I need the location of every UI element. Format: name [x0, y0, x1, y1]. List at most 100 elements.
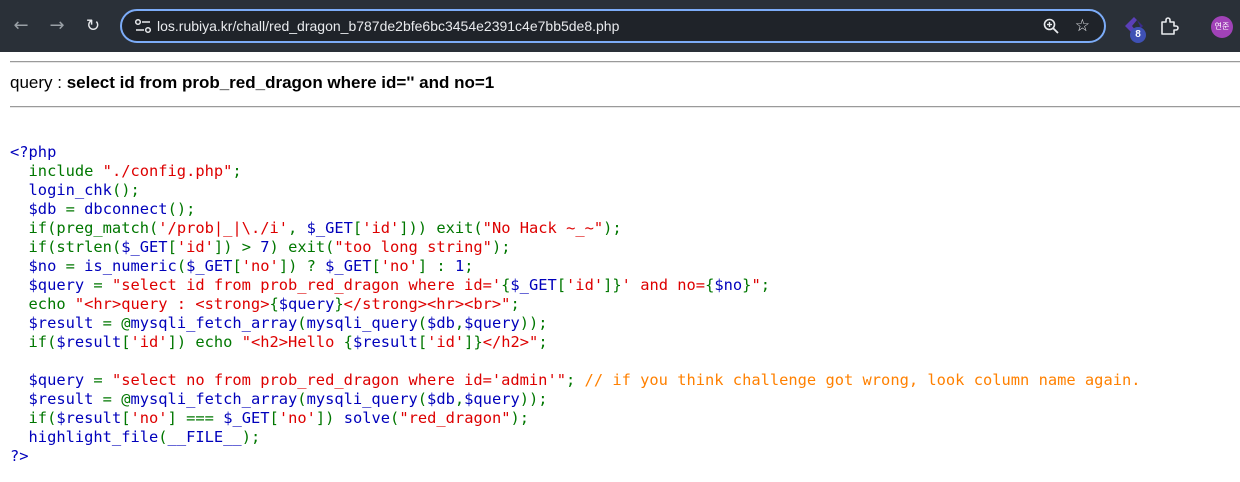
code-token: ( [111, 238, 122, 256]
reload-icon[interactable]: ↻ [80, 13, 106, 39]
code-token: [ [352, 219, 363, 237]
code-token: [ [121, 409, 131, 427]
zoom-icon[interactable] [1042, 17, 1060, 35]
code-token: ; [232, 162, 242, 180]
code-token: $result [56, 409, 122, 427]
code-token: ] === [167, 409, 224, 427]
code-token: $result [352, 333, 418, 351]
extension-badge: 8 [1130, 27, 1146, 43]
code-token: { [705, 276, 715, 294]
code-token: "select id from prob_red_dragon where id… [111, 276, 502, 294]
code-token: { [269, 295, 279, 313]
code-line: if($result['no'] === $_GET['no']) solve(… [10, 409, 1141, 428]
forward-arrow-icon[interactable]: → [44, 13, 70, 39]
code-token: if(preg_match [10, 219, 149, 237]
code-token: ); [491, 238, 511, 256]
code-token: dbconnect [84, 200, 168, 218]
code-line: highlight_file(__FILE__); [10, 428, 1141, 447]
code-token: 'no' [278, 409, 316, 427]
code-token: 7 [260, 238, 270, 256]
code-token: ]} [464, 333, 483, 351]
code-token: is_numeric [84, 257, 177, 275]
code-token: (); [111, 181, 140, 199]
code-line: echo "<hr>query : <strong>{$query}</stro… [10, 295, 1141, 314]
site-info-icon[interactable] [134, 18, 152, 34]
code-token: 1 [454, 257, 465, 275]
code-token: , [454, 390, 465, 408]
code-token: <?php [10, 143, 57, 161]
code-token: ); [603, 219, 622, 237]
browser-toolbar: ← → ↻ los.rubiya.kr/chall/red_dragon_b78… [0, 0, 1240, 52]
code-token: if(strlen [10, 238, 112, 256]
code-line: if(strlen($_GET['id']) > 7) exit("too lo… [10, 238, 1141, 257]
puzzle-icon[interactable] [1158, 15, 1180, 37]
code-token: $db [10, 200, 66, 218]
code-token: 'no' [380, 257, 418, 275]
code-token: )); [519, 314, 548, 332]
code-token: ] : [417, 257, 455, 275]
code-token: echo [10, 295, 75, 313]
code-token: [ [417, 333, 428, 351]
code-token: ); [241, 428, 261, 446]
code-token: , [288, 219, 307, 237]
code-token: = [93, 371, 112, 389]
code-token: $query [10, 371, 94, 389]
code-token: ( [297, 390, 307, 408]
code-line: $query = "select no from prob_red_dragon… [10, 371, 1141, 390]
code-line: <?php [10, 143, 1141, 162]
code-token: = [65, 200, 85, 218]
code-token: "<h2>Hello [241, 333, 344, 351]
code-token: (); [167, 200, 196, 218]
code-token: "./config.php" [102, 162, 233, 180]
code-token: $query [278, 295, 335, 313]
code-token: if( [10, 409, 57, 427]
code-token: 'no' [130, 409, 168, 427]
code-token: { [501, 276, 511, 294]
code-line: if($result['id']) echo "<h2>Hello {$resu… [10, 333, 1141, 352]
code-token: $_GET [121, 238, 168, 256]
source-code: <?php include "./config.php"; login_chk(… [10, 143, 1141, 466]
code-line: if(preg_match('/prob|_|\./i', $_GET['id'… [10, 219, 1141, 238]
back-arrow-icon[interactable]: ← [8, 13, 34, 39]
code-token: = [65, 257, 85, 275]
code-token: ' and no= [621, 276, 706, 294]
code-token: ]) > [213, 238, 261, 256]
code-token: solve [343, 409, 391, 427]
code-token: [ [167, 238, 177, 256]
query-label: query : [10, 73, 67, 92]
code-token: ; [510, 295, 520, 313]
code-token: mysqli_query [306, 314, 418, 332]
code-token: "too long string" [334, 238, 492, 256]
code-token: ( [417, 390, 428, 408]
code-token: $query [464, 314, 520, 332]
code-token: $_GET [186, 257, 233, 275]
code-token: = [93, 276, 112, 294]
code-token: '/prob|_|\./i' [158, 219, 289, 237]
code-token: = @ [102, 314, 131, 332]
code-token: ( [149, 219, 159, 237]
code-line: include "./config.php"; [10, 162, 1141, 181]
code-token: ); [510, 409, 530, 427]
avatar[interactable]: 연준 [1211, 16, 1233, 38]
code-token: 'id' [427, 333, 465, 351]
url-text[interactable]: los.rubiya.kr/chall/red_dragon_b787de2bf… [157, 11, 619, 41]
url-host: los.rubiya.kr [157, 18, 233, 34]
code-token: = @ [102, 390, 131, 408]
code-token: ])) exit( [399, 219, 483, 237]
code-token: } [334, 295, 344, 313]
code-token: $no [10, 257, 66, 275]
bottom-divider [10, 106, 1240, 108]
code-token: $_GET [325, 257, 372, 275]
address-bar[interactable]: los.rubiya.kr/chall/red_dragon_b787de2bf… [120, 9, 1106, 43]
code-token: "red_dragon" [399, 409, 511, 427]
code-line: $result = @mysqli_fetch_array(mysqli_que… [10, 314, 1141, 333]
code-token: , [454, 314, 465, 332]
code-token: ]) [315, 409, 344, 427]
code-token: ; [760, 276, 770, 294]
star-icon[interactable]: ☆ [1075, 14, 1090, 38]
code-token: </strong><hr><br>" [343, 295, 511, 313]
code-token: ; [464, 257, 474, 275]
code-token: ( [390, 409, 400, 427]
code-token: ( [417, 314, 428, 332]
code-token: ]) echo [167, 333, 242, 351]
